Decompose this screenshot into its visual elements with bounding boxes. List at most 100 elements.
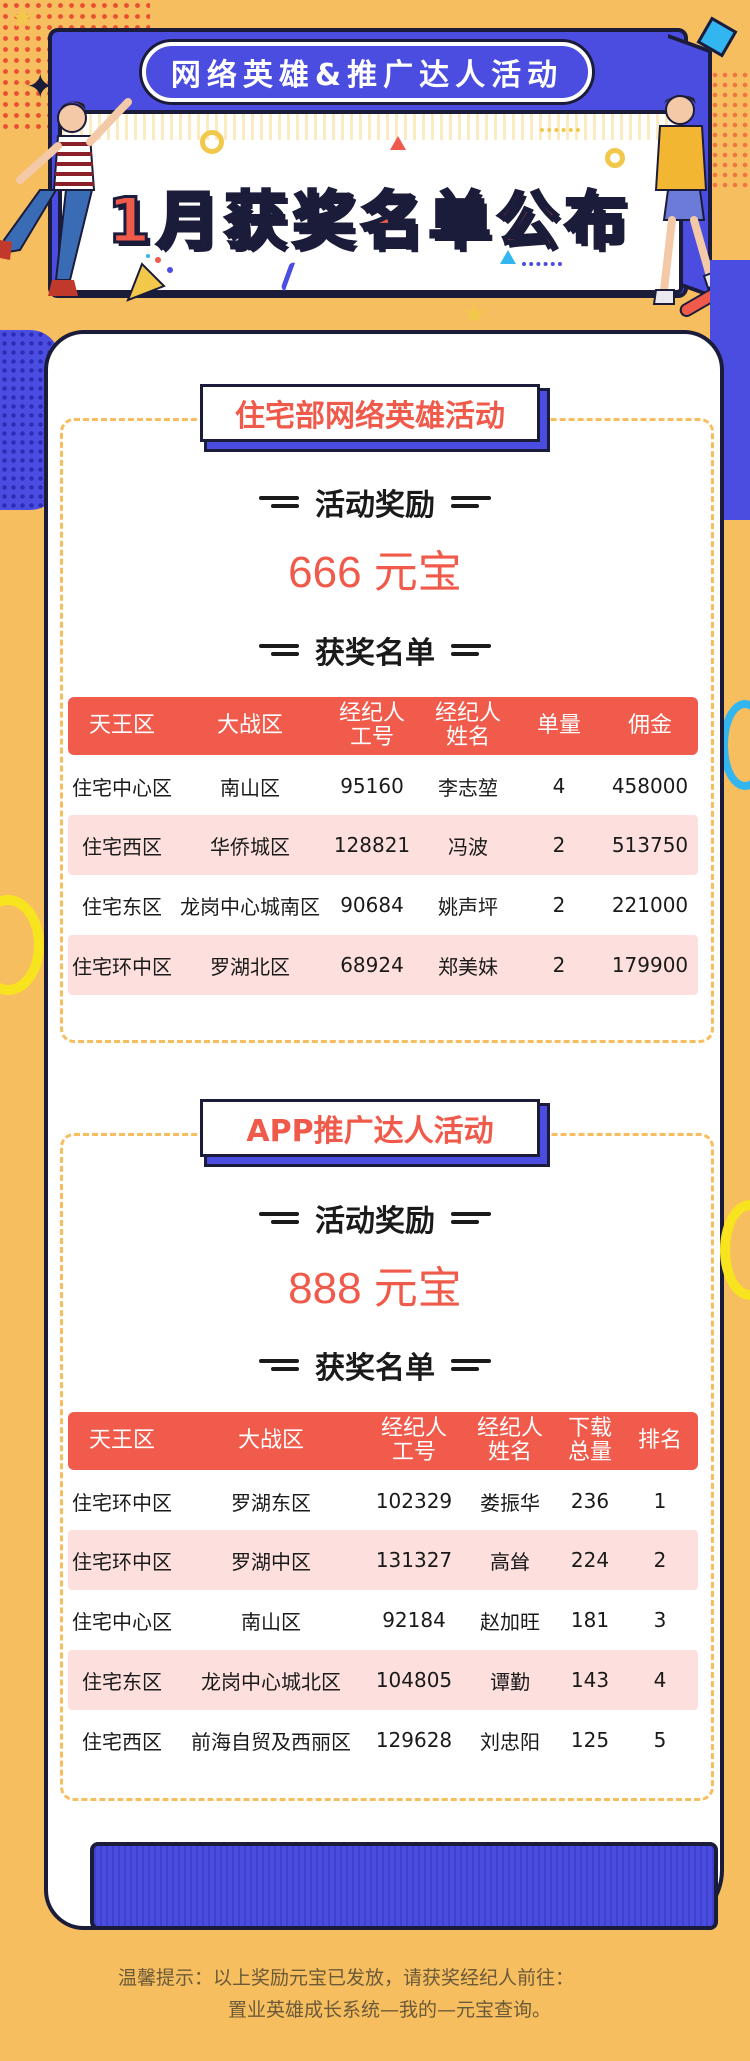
table-cell: 224 (558, 1530, 622, 1590)
table-cell: 住宅环中区 (72, 1490, 172, 1515)
section-title: 住宅部网络英雄活动 (200, 384, 540, 442)
table-cell: 2 (516, 815, 602, 875)
table-row: 住宅中心区 南山区 92184 赵加旺 181 3 (68, 1590, 698, 1650)
table-cell: 赵加旺 (480, 1609, 540, 1634)
table-cell: 95160 (340, 774, 404, 798)
column-header: 天王区 (88, 1428, 155, 1453)
table-cell: 冯波 (420, 815, 516, 875)
table-row: 住宅环中区 罗湖东区 102329 娄振华 236 1 (68, 1470, 698, 1530)
table-header-row: 天王区 大战区 经纪人 工号 经纪人 姓名 单量 佣金 (68, 697, 698, 755)
reward-label: 活动奖励 (315, 488, 435, 523)
footer-tip: 温馨提示：以上奖励元宝已发放，请获奖经纪人前往： 置业英雄成长系统—我的—元宝查… (0, 1962, 750, 2026)
dash-right-icon (451, 1357, 491, 1373)
reward-heading: 活动奖励 (0, 480, 750, 524)
star-icon: ★ (10, 1, 36, 34)
column-header: 经纪人 姓名 (476, 1416, 543, 1465)
table-cell: 住宅东区 (82, 894, 162, 919)
table-cell: 179900 (602, 935, 698, 995)
dash-left-icon (259, 642, 299, 658)
table-cell: 2 (622, 1530, 698, 1590)
table-cell: 92184 (382, 1608, 446, 1632)
table-cell: 南山区 (241, 1609, 301, 1634)
column-header: 经纪人 姓名 (434, 701, 501, 750)
table-cell: 郑美妹 (420, 935, 516, 995)
squiggle-decor-icon (522, 262, 562, 274)
table-cell: 236 (570, 1489, 610, 1513)
table-cell: 125 (570, 1728, 610, 1752)
table-cell: 4 (552, 774, 566, 798)
table-cell: 住宅中心区 (72, 1609, 172, 1634)
table-cell: 华侨城区 (176, 815, 324, 875)
table-cell: 住宅西区 (68, 815, 176, 875)
tip-line: 温馨提示：以上奖励元宝已发放，请获奖经纪人前往： (118, 1967, 575, 1989)
table-cell: 90684 (340, 893, 404, 917)
table-cell: 龙岗中心城北区 (176, 1650, 366, 1710)
table-row: 住宅西区 前海自贸及西丽区 129628 刘忠阳 125 5 (68, 1710, 698, 1770)
table-cell: 住宅东区 (68, 1650, 176, 1710)
winners-table: 天王区 大战区 经纪人 工号 经纪人 姓名 单量 佣金 住宅中心区 南山区 95160 李志堃 4 45… (68, 697, 698, 995)
dash-right-icon (451, 1210, 491, 1226)
table-cell: 娄振华 (480, 1490, 540, 1515)
table-cell: 住宅环中区 (68, 1530, 176, 1590)
section-title: APP推广达人活动 (200, 1099, 540, 1157)
table-cell: 131327 (366, 1530, 462, 1590)
table-header-row: 天王区 大战区 经纪人 工号 经纪人 姓名 下载 总量 排名 (68, 1412, 698, 1470)
table-cell: 104805 (366, 1650, 462, 1710)
dash-left-icon (259, 1357, 299, 1373)
reward-value: 666 元宝 (288, 548, 462, 597)
table-cell: 128821 (324, 815, 420, 875)
squiggle-decor-icon (540, 128, 580, 140)
table-cell: 5 (653, 1728, 667, 1752)
winners-heading: 获奖名单 (0, 1343, 750, 1387)
table-cell: 罗湖东区 (231, 1490, 311, 1515)
section-title-box: APP推广达人活动 (200, 1099, 545, 1163)
card-footer-panel (90, 1842, 718, 1930)
table-cell: 南山区 (220, 775, 280, 800)
dash-left-icon (259, 1210, 299, 1226)
dash-left-icon (259, 494, 299, 510)
section-title-box: 住宅部网络英雄活动 (200, 384, 545, 448)
table-cell: 3 (653, 1608, 667, 1632)
table-row: 住宅环中区 罗湖中区 131327 高耸 224 2 (68, 1530, 698, 1590)
table-cell: 高耸 (462, 1530, 558, 1590)
table-cell: 龙岗中心城南区 (180, 894, 320, 919)
table-cell: 李志堃 (438, 775, 498, 800)
table-cell: 姚声坪 (438, 894, 498, 919)
table-cell: 罗湖中区 (176, 1530, 366, 1590)
table-cell: 2 (552, 893, 566, 917)
table-cell: 谭勤 (462, 1650, 558, 1710)
table-cell: 刘忠阳 (480, 1729, 540, 1754)
reward-value: 888 元宝 (288, 1264, 462, 1313)
table-cell: 129628 (375, 1728, 453, 1752)
table-cell: 住宅中心区 (72, 775, 172, 800)
table-cell: 181 (570, 1608, 610, 1632)
column-header: 单量 (536, 713, 581, 738)
table-cell: 前海自贸及西丽区 (191, 1729, 351, 1754)
table-cell: 1 (653, 1489, 667, 1513)
party-popper-icon (126, 254, 173, 302)
ring-decor-icon (200, 130, 224, 154)
table-row: 住宅西区 华侨城区 128821 冯波 2 513750 (68, 815, 698, 875)
table-cell: 住宅西区 (82, 1729, 162, 1754)
column-header: 排名 (637, 1428, 682, 1453)
tip-line: 置业英雄成长系统—我的—元宝查询。 (228, 1999, 552, 2021)
reward-heading: 活动奖励 (0, 1196, 750, 1240)
triangle-decor-icon (390, 136, 406, 150)
column-header: 下载 总量 (567, 1416, 612, 1465)
table-cell: 住宅环中区 (68, 935, 176, 995)
table-cell: 4 (622, 1650, 698, 1710)
page-title: 1月获奖名单公布 (106, 183, 633, 259)
column-header: 佣金 (627, 713, 672, 738)
column-header: 大战区 (216, 713, 283, 738)
column-header: 大战区 (237, 1428, 304, 1453)
triangle-decor-icon (500, 250, 516, 264)
ring-decor-icon (0, 895, 44, 995)
winners-table: 天王区 大战区 经纪人 工号 经纪人 姓名 下载 总量 排名 住宅环中区 罗湖东区 102329 娄振… (68, 1412, 698, 1770)
table-cell: 68924 (324, 935, 420, 995)
column-header: 天王区 (88, 713, 155, 738)
table-row: 住宅东区 龙岗中心城南区 90684 姚声坪 2 221000 (68, 875, 698, 935)
table-cell: 102329 (375, 1489, 453, 1513)
column-header: 经纪人 工号 (380, 1416, 447, 1465)
table-cell: 221000 (611, 893, 689, 917)
column-header: 经纪人 工号 (338, 701, 405, 750)
